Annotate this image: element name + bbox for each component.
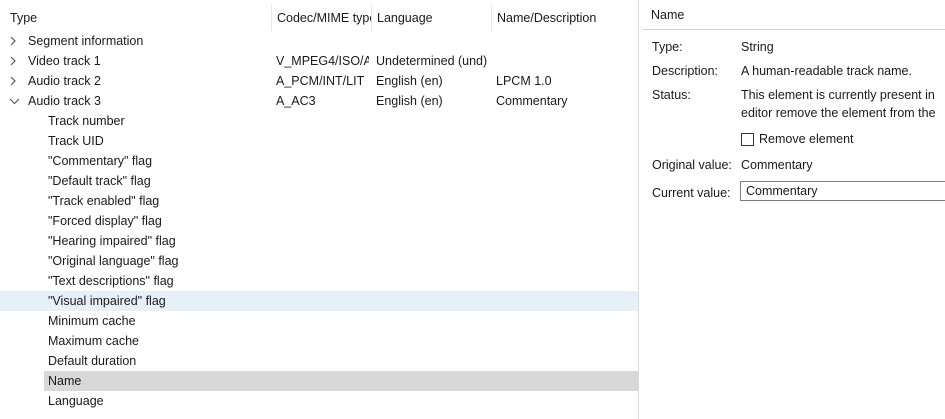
chevron-right-icon[interactable] bbox=[9, 71, 21, 91]
tree-cell-type: Name bbox=[48, 374, 82, 388]
current-value-label: Current value: bbox=[652, 186, 731, 200]
description-value: A human-readable track name. bbox=[741, 64, 912, 78]
tree-row[interactable]: "Track enabled" flag bbox=[0, 191, 638, 211]
element-tree[interactable]: Type Codec/MIME type Language Name/Descr… bbox=[0, 0, 639, 419]
tree-row[interactable]: Minimum cache bbox=[0, 311, 638, 331]
tree-cell-type: "Original language" flag bbox=[48, 254, 179, 268]
chevron-right-icon[interactable] bbox=[9, 51, 21, 71]
tree-cell-type: Language bbox=[48, 394, 104, 408]
tree-row[interactable]: Track UID bbox=[0, 131, 638, 151]
tree-row[interactable]: "Text descriptions" flag bbox=[0, 271, 638, 291]
tree-row[interactable]: "Original language" flag bbox=[0, 251, 638, 271]
current-value-input[interactable]: Commentary bbox=[740, 181, 945, 201]
tree-cell-type: "Track enabled" flag bbox=[48, 194, 160, 208]
tree-cell-type: Minimum cache bbox=[48, 314, 136, 328]
tree-cell-codec: A_AC3 bbox=[276, 94, 316, 108]
tree-cell-type: Maximum cache bbox=[48, 334, 139, 348]
tree-cell-type: Track UID bbox=[48, 134, 104, 148]
column-header-codec[interactable]: Codec/MIME type bbox=[272, 5, 372, 31]
tree-cell-type: Audio track 3 bbox=[28, 94, 101, 108]
tree-row[interactable]: Segment information bbox=[0, 31, 638, 51]
column-header-language[interactable]: Language bbox=[372, 5, 492, 31]
original-value-label: Original value: bbox=[652, 158, 732, 172]
column-header-type[interactable]: Type bbox=[4, 5, 272, 31]
tree-row[interactable]: Track number bbox=[0, 111, 638, 131]
status-text-line-2: editor remove the element from the bbox=[741, 106, 936, 120]
status-text-line-1: This element is currently present in bbox=[741, 88, 935, 102]
status-label: Status: bbox=[652, 88, 691, 102]
chevron-down-icon[interactable] bbox=[9, 91, 21, 111]
tree-row[interactable]: Audio track 3 A_AC3 English (en) Commentary bbox=[0, 91, 638, 111]
tree-row[interactable]: Language bbox=[0, 391, 638, 411]
tree-row[interactable]: Video track 1 V_MPEG4/ISO/AVC Undetermined… bbox=[0, 51, 638, 71]
tree-header: Type Codec/MIME type Language Name/Descr… bbox=[0, 5, 638, 31]
tree-cell-codec: A_PCM/INT/LIT bbox=[276, 74, 365, 88]
column-header-name[interactable]: Name/Description bbox=[492, 5, 634, 31]
remove-element-label[interactable]: Remove element bbox=[759, 132, 854, 146]
detail-header: Name bbox=[643, 2, 945, 30]
tree-cell-type: "Commentary" flag bbox=[48, 154, 153, 168]
tree-cell-language: English (en) bbox=[376, 94, 443, 108]
element-detail-panel: Name Type: String Description: A human-r… bbox=[639, 0, 945, 419]
tree-cell-type: Audio track 2 bbox=[28, 74, 101, 88]
remove-element-checkbox[interactable] bbox=[741, 133, 754, 146]
original-value: Commentary bbox=[741, 158, 813, 172]
tree-row[interactable]: "Hearing impaired" flag bbox=[0, 231, 638, 251]
tree-row[interactable]: "Forced display" flag bbox=[0, 211, 638, 231]
tree-row[interactable]: Maximum cache bbox=[0, 331, 638, 351]
tree-cell-type: "Default track" flag bbox=[48, 174, 151, 188]
tree-row[interactable]: "Visual impaired" flag bbox=[0, 291, 638, 311]
tree-cell-name: LPCM 1.0 bbox=[496, 74, 552, 88]
tree-cell-type: Default duration bbox=[48, 354, 137, 368]
tree-cell-type: Track number bbox=[48, 114, 125, 128]
tree-cell-language: English (en) bbox=[376, 74, 443, 88]
tree-row[interactable]: Audio track 2 A_PCM/INT/LIT English (en) LP… bbox=[0, 71, 638, 91]
tree-cell-type: Video track 1 bbox=[28, 54, 101, 68]
tree-cell-name: Commentary bbox=[496, 94, 568, 108]
tree-cell-language: Undetermined (und) bbox=[376, 54, 488, 68]
tree-cell-type: Segment information bbox=[28, 34, 144, 48]
tree-cell-type: "Visual impaired" flag bbox=[48, 294, 166, 308]
tree-cell-type: "Text descriptions" flag bbox=[48, 274, 174, 288]
tree-row[interactable]: "Commentary" flag bbox=[0, 151, 638, 171]
tree-row[interactable]: "Default track" flag bbox=[0, 171, 638, 191]
type-value: String bbox=[741, 40, 774, 54]
description-label: Description: bbox=[652, 64, 718, 78]
chevron-right-icon[interactable] bbox=[9, 31, 21, 51]
tree-row[interactable]: Default duration bbox=[0, 351, 638, 371]
tree-row[interactable]: Name bbox=[0, 371, 638, 391]
tree-cell-type: "Forced display" flag bbox=[48, 214, 162, 228]
tree-cell-codec: V_MPEG4/ISO/AVC bbox=[276, 54, 369, 68]
tree-cell-type: "Hearing impaired" flag bbox=[48, 234, 176, 248]
type-label: Type: bbox=[652, 40, 683, 54]
